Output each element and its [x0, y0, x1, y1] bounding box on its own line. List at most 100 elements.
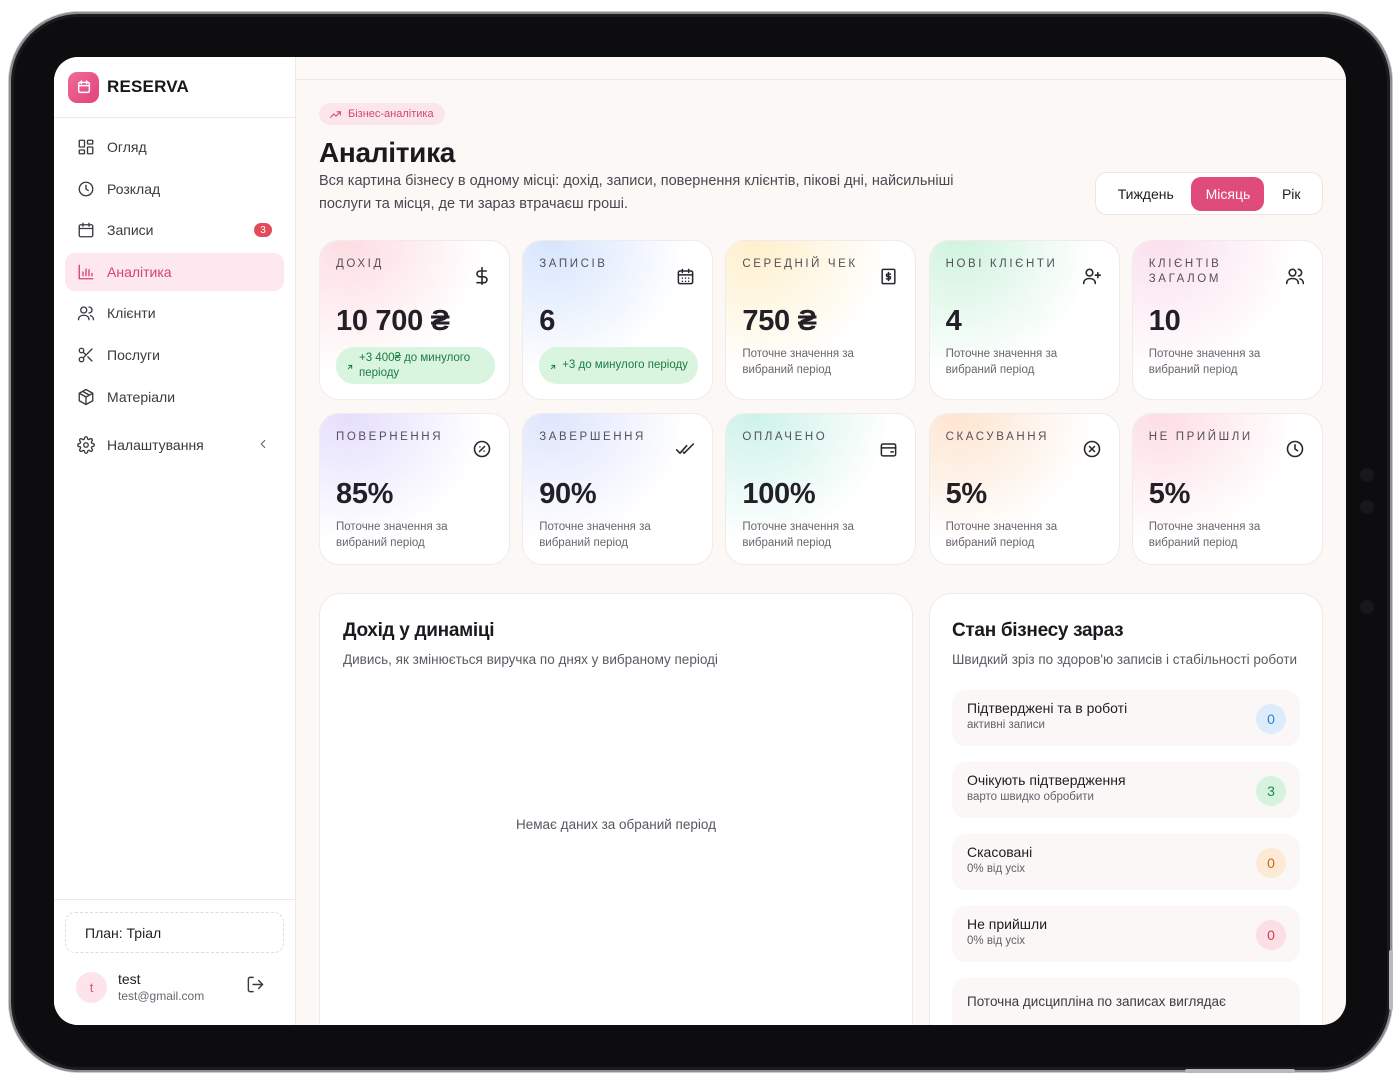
stat-value: 5%: [1148, 478, 1191, 510]
user-plus-icon: [1081, 265, 1103, 287]
topbar: [296, 57, 1346, 80]
stats-grid: Дохід 10 700 ₴ +3 400₴ до минулого періо…: [319, 240, 1323, 565]
business-status-panel: Стан бізнесу зараз Швидкий зріз по здоро…: [929, 593, 1323, 1025]
status-count-badge: 0: [1256, 848, 1286, 878]
stat-value: 90%: [539, 478, 597, 510]
status-note-text: Поточна дисципліна по записах виглядає: [967, 994, 1226, 1009]
double-check-icon: [674, 438, 696, 460]
wallet-icon: [877, 438, 899, 460]
stat-delta-badge: +3 до минулого періоду: [539, 347, 699, 384]
stat-value: 6: [539, 305, 556, 337]
sidebar-item-materials[interactable]: Матеріали: [65, 378, 284, 416]
period-year-button[interactable]: Рік: [1264, 177, 1318, 211]
panel-title: Дохід у динаміці: [343, 620, 495, 641]
stat-label: Не прийшли: [1148, 431, 1253, 443]
stat-card-return[interactable]: Повернення 85% Поточне значення за вибра…: [319, 413, 510, 565]
grid-icon: [77, 138, 95, 156]
sidebar-item-label: Матеріали: [107, 388, 176, 405]
scissors-icon: [77, 346, 95, 364]
calendar-logo-icon: [68, 71, 99, 103]
panel-description: Дивись, як змінюється виручка по днях у …: [343, 652, 718, 667]
pill-label: Бізнес-аналітика: [348, 108, 434, 120]
brand[interactable]: RESERVA: [54, 57, 295, 118]
sidebar-item-analytics[interactable]: Аналітика: [65, 252, 284, 291]
stat-card-bookings[interactable]: Записів 6 +3 до минулого періоду: [522, 240, 714, 400]
status-item-pending[interactable]: Очікують підтвердження варто швидко обро…: [952, 762, 1300, 818]
page-title: Аналітика: [319, 136, 456, 168]
status-count-badge: 0: [1256, 704, 1286, 734]
status-item-cancelled[interactable]: Скасовані 0% від усіх 0: [952, 834, 1300, 890]
chevron-left-icon[interactable]: [256, 437, 270, 454]
stat-card-no-shows[interactable]: Не прийшли 5% Поточне значення за вибран…: [1131, 413, 1323, 565]
status-title: Скасовані: [967, 844, 1033, 860]
stat-card-new-clients[interactable]: Нові клієнти 4 Поточне значення за вибра…: [928, 240, 1120, 400]
stat-subtitle: Поточне значення за вибраний період: [945, 348, 1058, 376]
stat-card-avg-check[interactable]: Середній чек 750 ₴ Поточне значення за в…: [725, 240, 917, 400]
stat-delta-text: +3 до минулого періоду: [562, 359, 688, 371]
sidebar-item-clients[interactable]: Клієнти: [65, 294, 284, 332]
status-item-confirmed[interactable]: Підтверджені та в роботі активні записи …: [952, 690, 1300, 746]
logout-icon[interactable]: [246, 975, 265, 999]
users-icon: [1284, 265, 1306, 287]
section-pill: Бізнес-аналітика: [319, 103, 445, 125]
page-description: Вся картина бізнесу в одному місці: дохі…: [319, 172, 954, 212]
status-title: Не прийшли: [967, 916, 1048, 932]
status-title: Очікують підтвердження: [967, 772, 1126, 788]
stat-delta-badge: +3 400₴ до минулого періоду: [336, 347, 495, 384]
stat-label: Скасування: [945, 431, 1050, 443]
stat-card-completion[interactable]: Завершення 90% Поточне значення за вибра…: [522, 413, 714, 565]
stat-subtitle: Поточне значення за вибраний період: [945, 521, 1058, 549]
main-content: Бізнес-аналітика Аналітика Вся картина б…: [296, 57, 1346, 1025]
clock-icon: [77, 180, 95, 198]
stat-subtitle: Поточне значення за вибраний період: [742, 521, 854, 549]
package-icon: [77, 388, 95, 406]
sidebar-item-label: Клієнти: [107, 305, 156, 322]
sidebar-item-overview[interactable]: Огляд: [65, 128, 284, 166]
period-week-button[interactable]: Тиждень: [1100, 177, 1191, 211]
empty-state-text: Немає даних за обраний період: [516, 817, 716, 832]
app-screen: RESERVA Огляд Розклад Записи 3 Аналітика: [54, 57, 1346, 1025]
status-subtitle: активні записи: [967, 719, 1045, 731]
user-name: test: [118, 971, 141, 987]
stat-label: Записів: [539, 258, 608, 270]
sidebar-item-schedule[interactable]: Розклад: [65, 170, 284, 208]
stat-subtitle: Поточне значення за вибраний період: [336, 521, 448, 549]
stat-card-cancellations[interactable]: Скасування 5% Поточне значення за вибран…: [928, 413, 1120, 565]
status-subtitle: 0% від усіх: [967, 863, 1026, 875]
stat-label: Оплачено: [742, 431, 828, 443]
stat-subtitle: Поточне значення за вибраний період: [1148, 348, 1261, 376]
stat-value: 5%: [945, 478, 988, 510]
sidebar-item-services[interactable]: Послуги: [65, 336, 284, 374]
status-count-badge: 3: [1256, 776, 1286, 806]
stat-subtitle: Поточне значення за вибраний період: [539, 521, 651, 549]
sidebar: RESERVA Огляд Розклад Записи 3 Аналітика: [54, 57, 296, 1025]
stat-card-paid[interactable]: Оплачено 100% Поточне значення за вибран…: [725, 413, 917, 565]
sidebar-nav: Огляд Розклад Записи 3 Аналітика Клієнти: [54, 118, 295, 464]
panel-title: Стан бізнесу зараз: [952, 620, 1124, 641]
sidebar-item-label: Налаштування: [107, 436, 204, 453]
users-icon: [77, 304, 95, 322]
stat-value: 10: [1148, 305, 1181, 337]
stat-value: 100%: [742, 478, 816, 510]
status-count-badge: 0: [1256, 920, 1286, 950]
plan-box[interactable]: План: Тріал: [65, 912, 284, 953]
receipt-icon: [877, 265, 899, 287]
sidebar-item-label: Аналітика: [107, 263, 172, 280]
stat-card-total-clients[interactable]: Клієнтів загалом 10 Поточне значення за …: [1131, 240, 1323, 400]
stat-label: Середній чек: [742, 258, 858, 270]
avatar: t: [76, 971, 107, 1003]
sidebar-item-label: Послуги: [107, 346, 160, 363]
calendar-icon: [674, 265, 696, 287]
stat-label: Клієнтів загалом: [1148, 258, 1222, 285]
gear-icon: [77, 435, 95, 454]
sidebar-item-settings[interactable]: Налаштування: [65, 426, 284, 464]
stat-value: 85%: [336, 478, 394, 510]
status-title: Підтверджені та в роботі: [967, 700, 1128, 716]
sidebar-item-bookings[interactable]: Записи 3: [65, 211, 284, 249]
calendar-icon: [77, 221, 95, 239]
period-month-button[interactable]: Місяць: [1191, 176, 1265, 211]
plan-label: План: Тріал: [85, 924, 162, 941]
x-circle-icon: [1081, 438, 1103, 460]
stat-card-revenue[interactable]: Дохід 10 700 ₴ +3 400₴ до минулого періо…: [319, 240, 510, 400]
status-item-no-show[interactable]: Не прийшли 0% від усіх 0: [952, 906, 1300, 962]
